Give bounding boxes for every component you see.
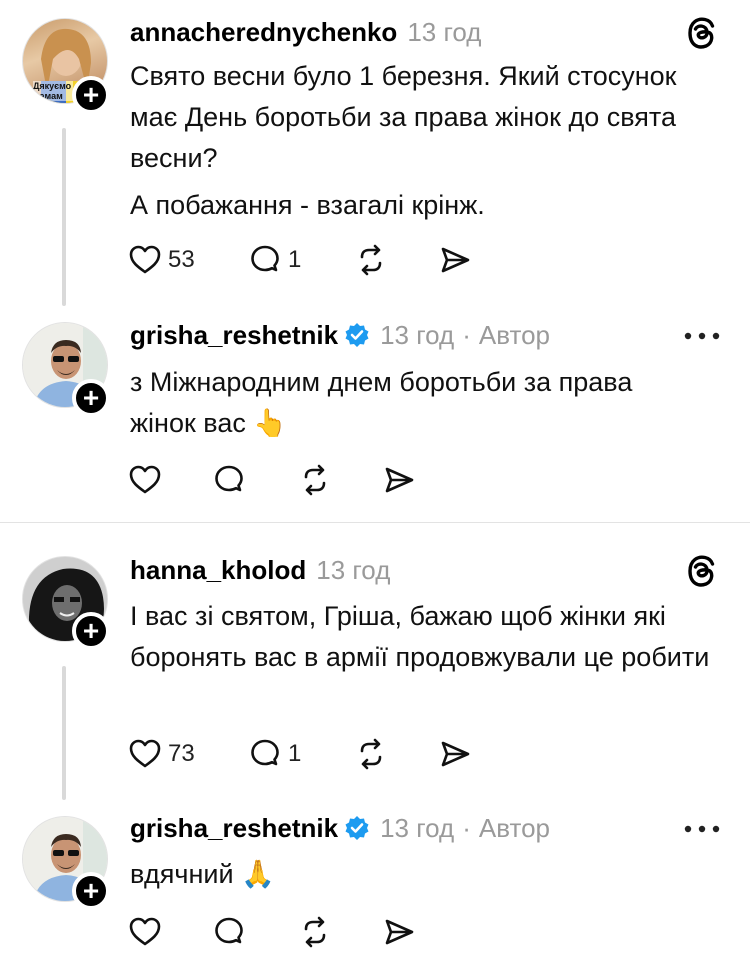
follow-plus-button[interactable]: + <box>72 76 110 114</box>
avatar-caption: Дякуємо мамам <box>33 81 73 101</box>
reply-count: 1 <box>288 740 302 767</box>
repost-icon <box>304 916 326 948</box>
timestamp: 13 год <box>407 16 482 47</box>
more-options-icon[interactable] <box>682 823 722 835</box>
share-button[interactable] <box>382 460 416 500</box>
comment-paragraph: Свято весни було 1 березня. Який стосуно… <box>130 61 677 173</box>
reply-count: 1 <box>288 246 302 273</box>
timestamp: 13 год <box>380 319 455 350</box>
thread-connector-line <box>62 666 66 800</box>
comment-text: Свято весни було 1 березня. Який стосуно… <box>130 56 730 226</box>
reply-button[interactable] <box>212 460 246 500</box>
thread-divider <box>0 522 750 523</box>
comment-header: annacherednychenko 13 год <box>130 14 481 50</box>
heart-icon <box>129 917 161 946</box>
like-button[interactable] <box>128 912 162 952</box>
reply-text: з Міжнародним днем боротьби за права жін… <box>130 362 690 444</box>
send-icon <box>385 467 414 493</box>
reply-text: вдячний 🙏 <box>130 854 730 895</box>
repost-button[interactable] <box>354 240 388 280</box>
share-button[interactable] <box>438 734 472 774</box>
verified-badge-icon <box>345 323 369 347</box>
reply-header: grisha_reshetnik 13 год · Автор <box>130 317 550 353</box>
heart-icon <box>129 465 161 494</box>
repost-button[interactable] <box>354 734 388 774</box>
username[interactable]: annacherednychenko <box>130 17 397 48</box>
follow-plus-button[interactable]: + <box>72 872 110 910</box>
like-count: 73 <box>168 740 195 767</box>
timestamp: 13 год <box>380 812 455 843</box>
reply-paragraph: з Міжнародним днем боротьби за права жін… <box>130 367 633 438</box>
repost-icon <box>360 738 382 770</box>
comment-text: І вас зі святом, Гріша, бажаю щоб жінки … <box>130 596 730 678</box>
reply-header: grisha_reshetnik 13 год · Автор <box>130 810 550 846</box>
threads-logo-icon[interactable] <box>686 16 716 50</box>
comment-paragraph: А побажання - взагалі крінж. <box>130 190 485 220</box>
like-button[interactable]: 53 <box>128 240 195 280</box>
comment-header: hanna_kholod 13 год <box>130 552 390 588</box>
send-icon <box>385 919 414 945</box>
send-icon <box>441 247 470 273</box>
repost-button[interactable] <box>298 460 332 500</box>
like-button[interactable] <box>128 460 162 500</box>
comment-icon <box>251 739 279 766</box>
reply-button[interactable]: 1 <box>248 734 301 774</box>
repost-button[interactable] <box>298 912 332 952</box>
follow-plus-button[interactable]: + <box>72 612 110 650</box>
separator-dot: · <box>462 319 471 350</box>
reply-paragraph: вдячний 🙏 <box>130 859 275 889</box>
verified-badge-icon <box>345 816 369 840</box>
send-icon <box>441 741 470 767</box>
repost-icon <box>304 464 326 496</box>
username[interactable]: grisha_reshetnik <box>130 320 338 351</box>
username[interactable]: grisha_reshetnik <box>130 813 338 844</box>
repost-icon <box>360 244 382 276</box>
comment-icon <box>251 245 279 272</box>
follow-plus-button[interactable]: + <box>72 379 110 417</box>
reply-button[interactable]: 1 <box>248 240 301 280</box>
like-count: 53 <box>168 246 195 273</box>
share-button[interactable] <box>438 240 472 280</box>
author-label: Автор <box>478 319 551 350</box>
separator-dot: · <box>462 812 471 843</box>
comment-icon <box>215 917 243 944</box>
timestamp: 13 год <box>316 554 391 585</box>
thread-connector-line <box>62 128 66 306</box>
comment-paragraph: І вас зі святом, Гріша, бажаю щоб жінки … <box>130 601 710 672</box>
threads-logo-icon[interactable] <box>686 554 716 588</box>
more-options-icon[interactable] <box>682 330 722 342</box>
heart-icon <box>129 739 161 768</box>
share-button[interactable] <box>382 912 416 952</box>
reply-button[interactable] <box>212 912 246 952</box>
like-button[interactable]: 73 <box>128 734 195 774</box>
username[interactable]: hanna_kholod <box>130 555 306 586</box>
comment-icon <box>215 465 243 492</box>
heart-icon <box>129 245 161 274</box>
author-label: Автор <box>478 812 551 843</box>
